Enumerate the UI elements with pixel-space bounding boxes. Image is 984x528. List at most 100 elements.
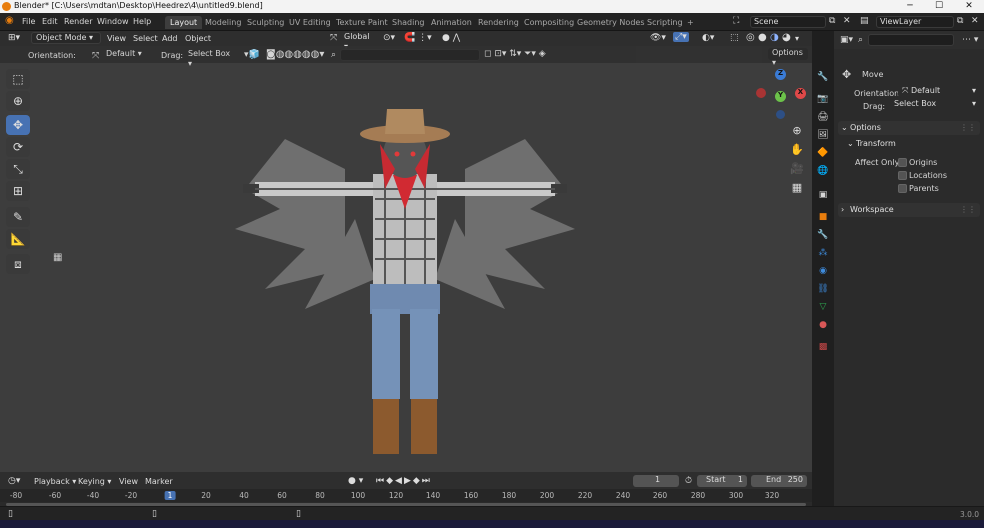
pivot-icon[interactable]: ⊙▾ — [383, 33, 395, 43]
scale-tool-icon[interactable]: ⤡ — [6, 159, 30, 179]
blender-menu-icon[interactable]: ◉ — [5, 15, 14, 26]
tab-texture-paint[interactable]: Texture Paint — [331, 16, 393, 29]
new-viewlayer-icon[interactable]: ⧉ — [957, 16, 963, 26]
gizmo-z-axis[interactable]: Z — [775, 69, 786, 80]
annotate-tool-icon[interactable]: ✎ — [6, 207, 30, 227]
menu-help[interactable]: Help — [133, 17, 151, 26]
drag-dropdown[interactable]: Select Box ▾ — [184, 49, 236, 68]
viewport-menu-object[interactable]: Object — [185, 34, 211, 43]
wireframe-shading-icon[interactable]: ◎ — [746, 32, 755, 43]
current-frame-marker[interactable]: 1 — [164, 491, 176, 500]
output-properties-icon[interactable]: 🖨 — [816, 111, 830, 123]
viewlayer-field[interactable]: ViewLayer — [876, 16, 954, 28]
menu-window[interactable]: Window — [97, 17, 129, 26]
timeline-menu-marker[interactable]: Marker — [145, 477, 173, 486]
gizmo-neg-x-axis[interactable] — [756, 88, 766, 98]
viewport-menu-view[interactable]: View — [107, 34, 126, 43]
drag-handle-icon[interactable]: ⋮⋮ — [960, 203, 976, 217]
add-workspace-button[interactable]: + — [682, 16, 699, 29]
gizmo-neg-z-axis[interactable] — [776, 110, 785, 119]
viewport-menu-select[interactable]: Select — [133, 34, 158, 43]
collection-properties-icon[interactable]: ▣ — [816, 189, 830, 201]
viewport-menu-add[interactable]: Add — [162, 34, 178, 43]
viewport-search-input[interactable] — [340, 49, 480, 61]
character-model[interactable] — [225, 99, 585, 459]
options-dropdown[interactable]: Options ▾ — [768, 48, 808, 67]
current-frame-field[interactable]: 1 — [633, 475, 679, 487]
overlays-icon[interactable]: ◐▾ — [702, 33, 714, 43]
delete-viewlayer-icon[interactable]: ✕ — [971, 16, 979, 26]
solid-shading-icon[interactable]: ● — [758, 32, 767, 43]
measure-tool-icon[interactable]: 📐 — [6, 229, 30, 249]
transform-orientation-dropdown[interactable]: Global ▾ — [340, 32, 378, 51]
scene-properties-icon[interactable]: 🔶 — [816, 147, 830, 159]
drag-handle-icon[interactable]: ⋮⋮ — [960, 121, 976, 135]
menu-render[interactable]: Render — [64, 17, 92, 26]
gizmo-toggle-icon[interactable]: ⤢▾ — [673, 32, 689, 42]
view-layer-properties-icon[interactable]: 🖼 — [816, 129, 830, 141]
rendered-shading-icon[interactable]: ◕ — [782, 32, 791, 43]
tab-geometry-nodes[interactable]: Geometry Nodes — [572, 16, 649, 29]
gizmo-y-axis[interactable]: Y — [775, 91, 786, 102]
world-properties-icon[interactable]: 🌐 — [816, 165, 830, 177]
close-button[interactable]: ✕ — [954, 0, 984, 13]
props-orientation-dropdown[interactable]: ⤧ Default ▾ — [898, 86, 980, 98]
timeline-menu-playback[interactable]: Playback ▾ — [34, 477, 76, 486]
menu-edit[interactable]: Edit — [42, 17, 58, 26]
xray-icon[interactable]: ⬚ — [730, 33, 739, 43]
minimize-button[interactable]: ─ — [895, 0, 925, 13]
timeline-editor-type-icon[interactable]: ◷▾ — [8, 476, 20, 486]
filter-toggles-icon[interactable]: ◻ ⊡▾ ⇅▾ ⏷▾ ◈ — [484, 49, 546, 59]
visibility-icon[interactable]: 👁▾ — [650, 33, 666, 43]
shading-options-icon[interactable]: ▾ — [795, 34, 799, 43]
parents-checkbox[interactable] — [898, 184, 907, 193]
select-cursor-tool-icon[interactable]: ⬚ — [6, 69, 30, 89]
tab-scripting[interactable]: Scripting — [642, 16, 688, 29]
new-scene-icon[interactable]: ⧉ — [829, 16, 835, 26]
tab-shading[interactable]: Shading — [387, 16, 430, 29]
tab-compositing[interactable]: Compositing — [519, 16, 579, 29]
modifier-properties-icon[interactable]: 🔧 — [816, 229, 830, 241]
tab-rendering[interactable]: Rendering — [473, 16, 524, 29]
collapsed-panel-icon[interactable]: ▦ — [53, 252, 62, 263]
texture-properties-icon[interactable]: ▩ — [816, 341, 830, 353]
props-drag-dropdown[interactable]: Select Box ▾ — [890, 99, 980, 111]
menu-file[interactable]: File — [22, 17, 35, 26]
playback-controls-icon[interactable]: ⏮◆◀▶◆⏭ — [376, 476, 432, 486]
material-shading-icon[interactable]: ◑ — [770, 32, 779, 43]
properties-search-input[interactable] — [868, 34, 954, 46]
snap-icon[interactable]: 🧲 ⋮▾ — [404, 33, 432, 43]
timeline-menu-keying[interactable]: Keying ▾ — [78, 477, 111, 486]
tab-modeling[interactable]: Modeling — [200, 16, 246, 29]
object-types-icon[interactable]: ▾🧊 — [244, 50, 260, 60]
tab-animation[interactable]: Animation — [426, 16, 477, 29]
cursor-tool-icon[interactable]: ⊕ — [6, 91, 30, 111]
transform-subpanel-header[interactable]: ⌄ Transform — [844, 137, 980, 151]
record-keyframe-icon[interactable]: ● ▾ — [348, 476, 363, 486]
add-cube-tool-icon[interactable]: ⧈ — [6, 254, 30, 274]
physics-properties-icon[interactable]: ◉ — [816, 265, 830, 277]
material-properties-icon[interactable]: ● — [816, 319, 830, 331]
scene-field[interactable]: Scene — [750, 16, 826, 28]
tab-uv-editing[interactable]: UV Editing — [284, 16, 336, 29]
tab-layout[interactable]: Layout — [165, 16, 203, 29]
camera-view-icon[interactable]: 🎥 — [786, 161, 808, 177]
locations-checkbox[interactable] — [898, 171, 907, 180]
editor-type-icon[interactable]: ⊞▾ — [8, 33, 20, 43]
object-properties-icon[interactable]: ■ — [816, 211, 830, 223]
constraints-properties-icon[interactable]: ⛓ — [816, 283, 830, 295]
render-properties-icon[interactable]: 📷 — [816, 93, 830, 105]
transform-tool-icon[interactable]: ⊞ — [6, 181, 30, 201]
workspace-panel-header[interactable]: › Workspace ⋮⋮ — [838, 203, 980, 217]
maximize-button[interactable]: ☐ — [924, 0, 954, 13]
stopwatch-icon[interactable]: ⏱ — [685, 476, 692, 486]
tab-sculpting[interactable]: Sculpting — [242, 16, 289, 29]
delete-scene-icon[interactable]: ✕ — [843, 16, 851, 26]
mode-dropdown[interactable]: Object Mode ▾ — [31, 32, 101, 44]
options-panel-header[interactable]: ⌄ Options ⋮⋮ — [838, 121, 980, 135]
data-properties-icon[interactable]: ▽ — [816, 301, 830, 313]
gizmo-x-axis[interactable]: X — [795, 88, 806, 99]
timeline-ruler[interactable]: -80 -60 -40 -20 1 20 40 60 80 100 120 140 160 180 200 2… — [0, 489, 812, 502]
timeline-menu-view[interactable]: View — [119, 477, 138, 486]
properties-options-icon[interactable]: ⋯ ▾ — [962, 35, 978, 45]
